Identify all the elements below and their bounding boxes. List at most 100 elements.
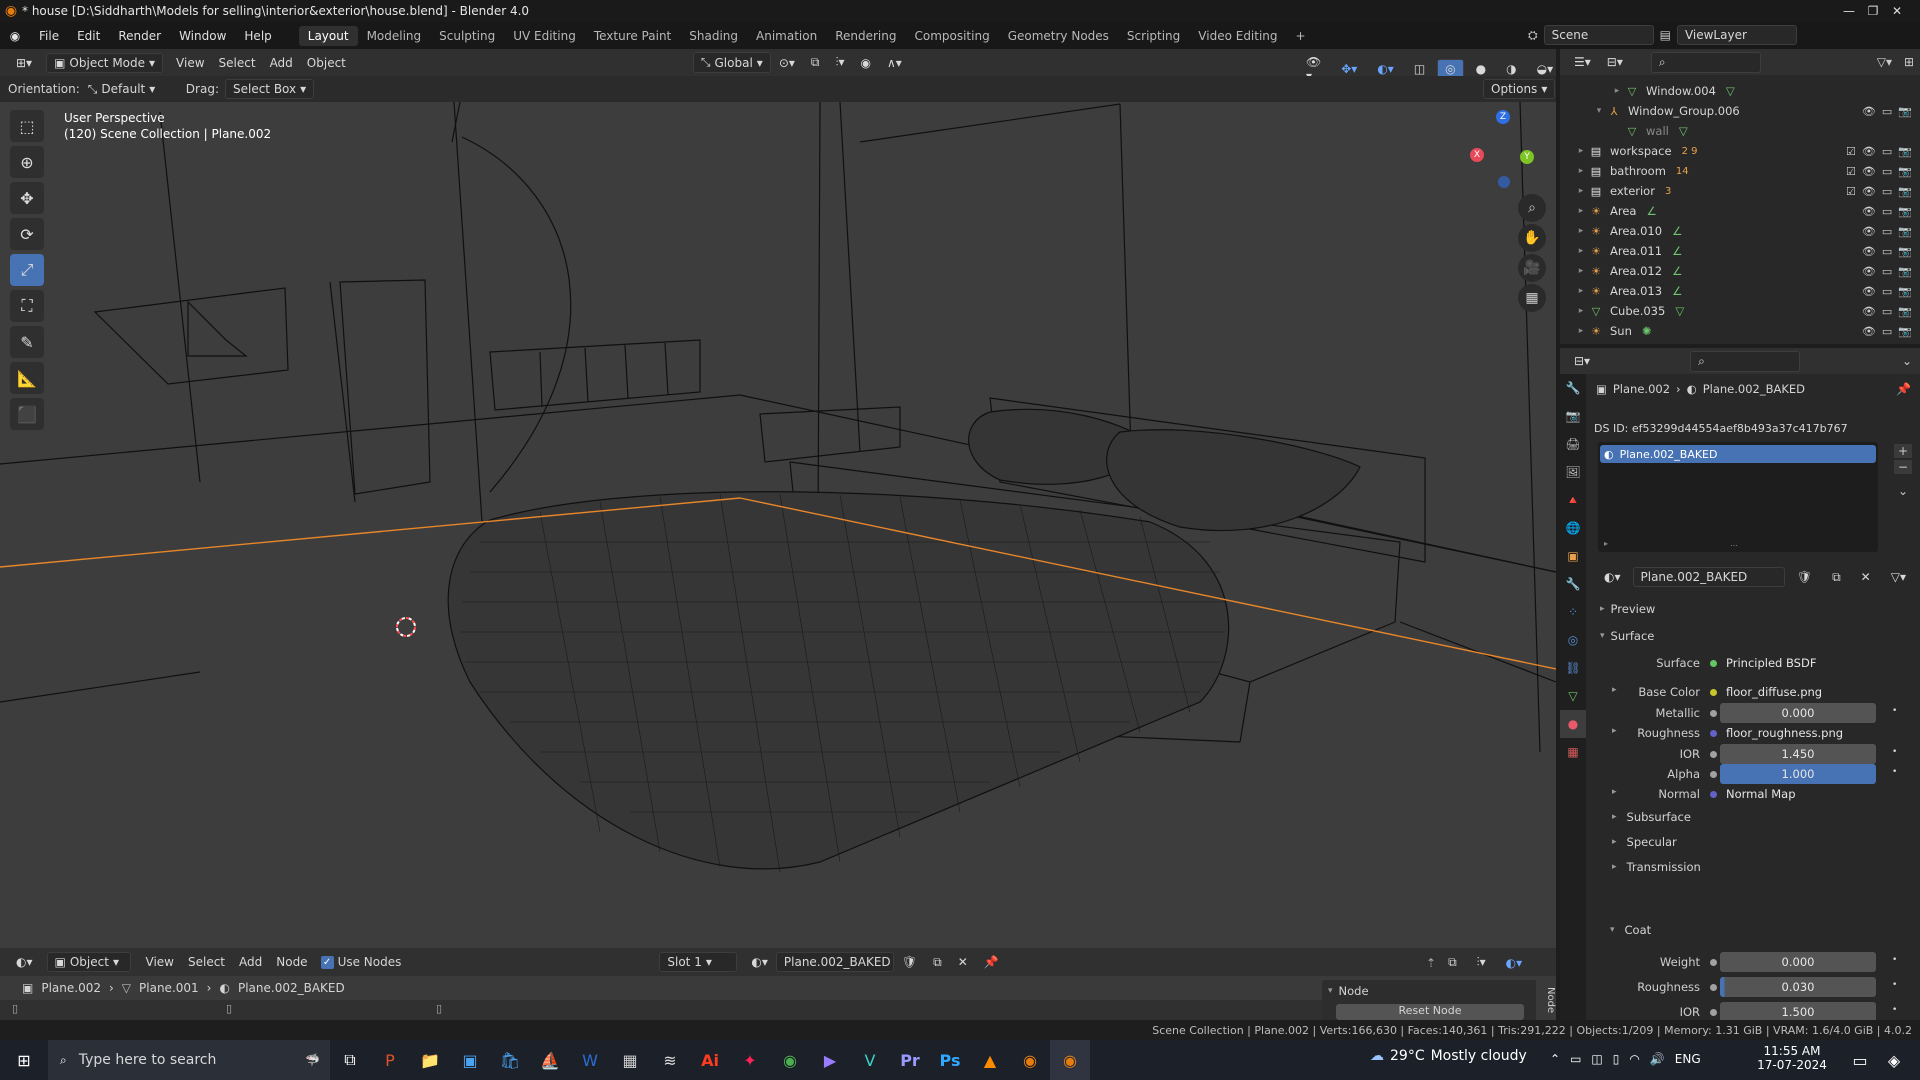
- node-menu-view[interactable]: View: [139, 955, 181, 969]
- expand-arrow-icon[interactable]: ▸: [1574, 306, 1588, 316]
- browse-material-icon[interactable]: ◐▾: [1596, 567, 1629, 587]
- data-badge-icon[interactable]: ∠: [1672, 224, 1682, 238]
- unlink-icon[interactable]: ✕: [950, 952, 976, 972]
- particles-tab-icon[interactable]: ⁘: [1560, 598, 1586, 626]
- node-tree-type-selector[interactable]: ▣ Object ▾: [46, 952, 131, 972]
- number-field[interactable]: 0.000: [1720, 952, 1876, 972]
- keyframe-dot-icon[interactable]: •: [1892, 1005, 1897, 1015]
- illustrator-icon[interactable]: Ai: [690, 1040, 730, 1080]
- node-panel-header[interactable]: ▾ Node: [1322, 980, 1538, 1002]
- proportional-edit-icon[interactable]: ◉: [853, 53, 879, 73]
- keyframe-dot-icon[interactable]: •: [1892, 767, 1897, 777]
- view-layer-icon[interactable]: ▤: [1660, 28, 1671, 42]
- editor-type-icon[interactable]: ⊞▾: [8, 53, 40, 73]
- properties-search-input[interactable]: ⌕: [1690, 350, 1801, 372]
- options-chevron-icon[interactable]: ⌄: [1902, 354, 1912, 368]
- expand-arrow-icon[interactable]: ▸: [1610, 86, 1624, 96]
- node-editor-type-icon[interactable]: ◐▾: [8, 952, 41, 972]
- wifi-icon[interactable]: ◠: [1629, 1052, 1639, 1066]
- linked-input-field[interactable]: Normal Map: [1720, 784, 1876, 804]
- viewport-toggle-icon[interactable]: ▭: [1882, 305, 1892, 318]
- vlc-icon[interactable]: ▲: [970, 1040, 1010, 1080]
- tab-shading[interactable]: Shading: [680, 26, 747, 46]
- number-field[interactable]: 0.000: [1720, 703, 1876, 723]
- viewport-toggle-icon[interactable]: ▭: [1882, 285, 1892, 298]
- tool-tab-icon[interactable]: 🔧: [1560, 374, 1586, 402]
- app-window-icon[interactable]: ▣: [450, 1040, 490, 1080]
- outliner-row[interactable]: ▸ ▽ Cube.035 ▽ 👁 ▭ 📷: [1560, 301, 1920, 321]
- windows-start-icon[interactable]: ⊞: [0, 1040, 48, 1080]
- render-toggle-icon[interactable]: 📷: [1898, 245, 1912, 258]
- resize-grip-icon[interactable]: ⋯: [1730, 541, 1738, 550]
- data-badge-icon[interactable]: ✺: [1642, 324, 1652, 338]
- socket-dot-icon[interactable]: [1710, 771, 1717, 778]
- scene-tab-icon[interactable]: 🔺: [1560, 486, 1586, 514]
- child-count-badge[interactable]: 14: [1676, 166, 1689, 177]
- visibility-toggle-icon[interactable]: 👁: [1862, 265, 1876, 278]
- output-tab-icon[interactable]: 🖨: [1560, 430, 1586, 458]
- physics-tab-icon[interactable]: ◎: [1560, 626, 1586, 654]
- add-workspace-button[interactable]: +: [1287, 26, 1315, 46]
- data-badge-icon[interactable]: ▽: [1675, 304, 1684, 318]
- snap-icon[interactable]: ⧉: [803, 52, 828, 73]
- pan-hand-icon[interactable]: ✋: [1518, 224, 1546, 252]
- viewport-toggle-icon[interactable]: ▭: [1882, 225, 1892, 238]
- camera-view-icon[interactable]: 🎥: [1518, 254, 1546, 282]
- tab-uv-editing[interactable]: UV Editing: [504, 26, 585, 46]
- pin-icon[interactable]: 📌: [976, 952, 1007, 972]
- annotate-tool-icon[interactable]: ✎: [10, 326, 44, 358]
- outliner-row[interactable]: ▸ ▤ exterior 3 ☑ 👁 ▭ 📷: [1560, 181, 1920, 201]
- outliner-tree[interactable]: ▸ ▽ Window.004 ▽ ▾ ⅄ Window_Group.006 👁 ▭ 📷 ▽ wall ▽…: [1560, 75, 1920, 341]
- rotate-tool-icon[interactable]: ⟳: [10, 218, 44, 250]
- parent-tree-icon[interactable]: ⇡: [1426, 956, 1436, 970]
- language-label[interactable]: ENG: [1675, 1052, 1701, 1066]
- tab-layout[interactable]: Layout: [298, 25, 358, 46]
- 3d-viewport[interactable]: User Perspective (120) Scene Collection …: [0, 102, 1556, 948]
- socket-dot-icon[interactable]: [1710, 689, 1717, 696]
- app-icon[interactable]: ⛵: [530, 1040, 570, 1080]
- tab-scripting[interactable]: Scripting: [1118, 26, 1189, 46]
- unlink-material-icon[interactable]: ✕: [1853, 567, 1879, 587]
- slot-selector[interactable]: Slot 1 ▾: [659, 952, 738, 972]
- viewport-toggle-icon[interactable]: ▭: [1882, 265, 1892, 278]
- browse-material-icon[interactable]: ◐▾: [743, 952, 776, 972]
- subpanel-header[interactable]: ▸ Subsurface: [1612, 810, 1691, 824]
- transform-orientation-selector[interactable]: ⤡ Global ▾: [692, 52, 771, 73]
- visibility-toggle-icon[interactable]: 👁: [1862, 325, 1876, 338]
- preview-panel-header[interactable]: ▸ Preview: [1600, 602, 1655, 616]
- mode-selector[interactable]: ▣ Object Mode ▾: [46, 52, 164, 73]
- add-cube-tool-icon[interactable]: ⬛: [10, 398, 44, 430]
- exclude-checkbox-icon[interactable]: ☑: [1846, 185, 1856, 198]
- task-view-icon[interactable]: ⧉: [330, 1040, 370, 1080]
- socket-dot-icon[interactable]: [1710, 791, 1717, 798]
- expand-arrow-icon[interactable]: ▸: [1574, 286, 1588, 296]
- node-menu-add[interactable]: Add: [232, 955, 269, 969]
- render-tab-icon[interactable]: 📷: [1560, 402, 1586, 430]
- socket-dot-icon[interactable]: [1710, 730, 1717, 737]
- material-slot-item[interactable]: ◐ Plane.002_BAKED: [1600, 445, 1876, 463]
- data-badge-icon[interactable]: ∠: [1672, 264, 1682, 278]
- outliner-row[interactable]: ▸ ☀ Area.012 ∠ 👁 ▭ 📷: [1560, 261, 1920, 281]
- ortho-toggle-icon[interactable]: ▦: [1518, 284, 1546, 312]
- duplicate-material-icon[interactable]: ⧉: [1824, 567, 1849, 588]
- number-field[interactable]: 1.500: [1720, 1002, 1876, 1022]
- link-type-icon[interactable]: ▽▾: [1883, 567, 1914, 587]
- outliner-editor-icon[interactable]: ☰▾: [1566, 52, 1599, 72]
- keyframe-dot-icon[interactable]: •: [1892, 706, 1897, 716]
- linked-input-field[interactable]: Principled BSDF: [1720, 653, 1876, 673]
- fake-user-icon[interactable]: 🛡: [1789, 567, 1820, 587]
- node-overlay-icon[interactable]: ◐▾: [1498, 953, 1531, 973]
- fake-user-icon[interactable]: 🛡: [894, 952, 925, 972]
- scene-icon[interactable]: ⛭: [1528, 28, 1538, 43]
- data-badge-icon[interactable]: ∠: [1646, 204, 1656, 218]
- blender-active-icon[interactable]: ◉: [1050, 1040, 1090, 1080]
- app-icon[interactable]: ≋: [650, 1040, 690, 1080]
- render-toggle-icon[interactable]: 📷: [1898, 185, 1912, 198]
- object-tab-icon[interactable]: ▣: [1560, 542, 1586, 570]
- socket-dot-icon[interactable]: [1710, 959, 1717, 966]
- add-slot-icon[interactable]: +: [1894, 444, 1912, 458]
- slot-menu-icon[interactable]: ⌄: [1894, 484, 1912, 498]
- app-icon[interactable]: ✦: [730, 1040, 770, 1080]
- outliner-row[interactable]: ▸ ☀ Sun ✺ 👁 ▭ 📷: [1560, 321, 1920, 341]
- move-tool-icon[interactable]: ✥: [10, 182, 44, 214]
